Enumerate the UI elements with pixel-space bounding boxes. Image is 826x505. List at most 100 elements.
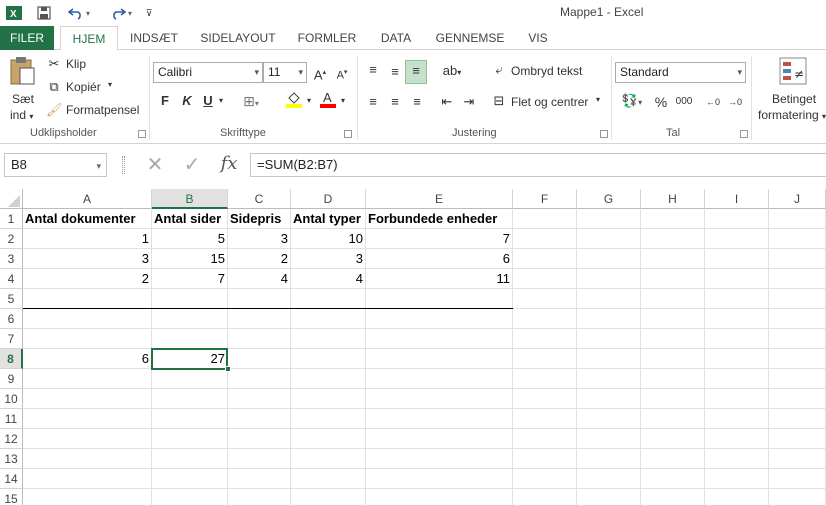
cell-f9[interactable] xyxy=(513,369,577,389)
cell-d4[interactable]: 4 xyxy=(291,269,366,289)
cell-b11[interactable] xyxy=(152,409,228,429)
cell-b9[interactable] xyxy=(152,369,228,389)
cell-h15[interactable] xyxy=(641,489,705,505)
cell-h10[interactable] xyxy=(641,389,705,409)
font-size-combo[interactable]: 11 ▾ xyxy=(263,62,307,83)
cell-c6[interactable] xyxy=(228,309,291,329)
orientation-icon[interactable]: ab▾ xyxy=(438,61,466,83)
grow-font-icon[interactable]: A▴ xyxy=(311,63,329,85)
cell-b13[interactable] xyxy=(152,449,228,469)
column-header-a[interactable]: A xyxy=(23,189,152,209)
cell-i13[interactable] xyxy=(705,449,769,469)
cell-c5[interactable] xyxy=(228,289,291,309)
cell-j11[interactable] xyxy=(769,409,826,429)
alignment-launcher-icon[interactable] xyxy=(600,130,608,138)
cell-d6[interactable] xyxy=(291,309,366,329)
cell-e5[interactable] xyxy=(366,289,513,309)
cell-g11[interactable] xyxy=(577,409,641,429)
cell-c7[interactable] xyxy=(228,329,291,349)
paste-button[interactable]: Sæt ind ▾ xyxy=(4,54,40,124)
fill-color-dropdown-icon[interactable]: ▾ xyxy=(304,91,314,111)
increase-decimal-icon[interactable]: ←0 xyxy=(703,92,723,112)
cell-g1[interactable] xyxy=(577,209,641,229)
row-header-2[interactable]: 2 xyxy=(0,229,23,249)
thousands-button[interactable]: 000 xyxy=(672,92,696,112)
cell-h1[interactable] xyxy=(641,209,705,229)
cell-c11[interactable] xyxy=(228,409,291,429)
tab-review[interactable]: GENNEMSE xyxy=(430,26,510,50)
font-color-icon[interactable]: A xyxy=(318,90,338,114)
row-header-10[interactable]: 10 xyxy=(0,389,23,409)
column-header-e[interactable]: E xyxy=(366,189,513,209)
cell-h3[interactable] xyxy=(641,249,705,269)
cell-i1[interactable] xyxy=(705,209,769,229)
row-header-6[interactable]: 6 xyxy=(0,309,23,329)
cell-e1[interactable]: Forbundede enheder xyxy=(366,209,513,229)
increase-indent-icon[interactable]: ⇥ xyxy=(459,92,479,112)
cell-d2[interactable]: 10 xyxy=(291,229,366,249)
cell-h7[interactable] xyxy=(641,329,705,349)
cell-e11[interactable] xyxy=(366,409,513,429)
cell-f15[interactable] xyxy=(513,489,577,505)
cell-i6[interactable] xyxy=(705,309,769,329)
bold-button[interactable]: F xyxy=(155,91,175,111)
cell-b10[interactable] xyxy=(152,389,228,409)
cell-a9[interactable] xyxy=(23,369,152,389)
cell-f4[interactable] xyxy=(513,269,577,289)
cell-a6[interactable] xyxy=(23,309,152,329)
italic-button[interactable]: K xyxy=(177,91,197,111)
column-header-f[interactable]: F xyxy=(513,189,577,209)
cell-i15[interactable] xyxy=(705,489,769,505)
copy-button[interactable]: ⧉ Kopiér ▾ xyxy=(46,79,126,97)
cell-j13[interactable] xyxy=(769,449,826,469)
font-launcher-icon[interactable] xyxy=(344,130,352,138)
cell-g9[interactable] xyxy=(577,369,641,389)
cell-b5[interactable] xyxy=(152,289,228,309)
cell-j15[interactable] xyxy=(769,489,826,505)
cell-e6[interactable] xyxy=(366,309,513,329)
column-header-i[interactable]: I xyxy=(705,189,769,209)
cell-a5[interactable] xyxy=(23,289,152,309)
align-top-icon[interactable]: ≡ xyxy=(363,60,383,80)
fill-color-icon[interactable] xyxy=(284,90,304,114)
cell-d9[interactable] xyxy=(291,369,366,389)
cell-e15[interactable] xyxy=(366,489,513,505)
cell-b3[interactable]: 15 xyxy=(152,249,228,269)
cell-j14[interactable] xyxy=(769,469,826,489)
tab-page-layout[interactable]: SIDELAYOUT xyxy=(194,26,282,50)
tab-data[interactable]: DATA xyxy=(372,26,420,50)
cell-d1[interactable]: Antal typer xyxy=(291,209,366,229)
decrease-indent-icon[interactable]: ⇤ xyxy=(437,92,457,112)
cell-j6[interactable] xyxy=(769,309,826,329)
row-header-9[interactable]: 9 xyxy=(0,369,23,389)
cell-b2[interactable]: 5 xyxy=(152,229,228,249)
name-box[interactable]: B8 ▾ xyxy=(4,153,107,177)
cell-b14[interactable] xyxy=(152,469,228,489)
column-header-g[interactable]: G xyxy=(577,189,641,209)
cancel-icon[interactable]: ✕ xyxy=(143,154,167,178)
cell-a12[interactable] xyxy=(23,429,152,449)
cell-d3[interactable]: 3 xyxy=(291,249,366,269)
cell-h2[interactable] xyxy=(641,229,705,249)
align-right-icon[interactable]: ≡ xyxy=(407,92,427,112)
row-header-7[interactable]: 7 xyxy=(0,329,23,349)
cell-f3[interactable] xyxy=(513,249,577,269)
cell-i10[interactable] xyxy=(705,389,769,409)
align-bottom-icon[interactable]: ≡ xyxy=(405,60,427,84)
tab-file[interactable]: FILER xyxy=(0,26,54,50)
cell-f1[interactable] xyxy=(513,209,577,229)
row-header-15[interactable]: 15 xyxy=(0,489,23,505)
cell-d14[interactable] xyxy=(291,469,366,489)
cell-c4[interactable]: 4 xyxy=(228,269,291,289)
formula-input[interactable]: =SUM(B2:B7) xyxy=(250,153,826,177)
currency-icon[interactable]: 💱▾ xyxy=(617,91,647,113)
tab-home[interactable]: HJEM xyxy=(60,26,118,51)
number-launcher-icon[interactable] xyxy=(740,130,748,138)
cell-f2[interactable] xyxy=(513,229,577,249)
fill-handle[interactable] xyxy=(225,366,231,372)
cell-f5[interactable] xyxy=(513,289,577,309)
active-cell-selection[interactable] xyxy=(151,348,228,370)
cell-a1[interactable]: Antal dokumenter xyxy=(23,209,152,229)
row-header-12[interactable]: 12 xyxy=(0,429,23,449)
cell-g13[interactable] xyxy=(577,449,641,469)
